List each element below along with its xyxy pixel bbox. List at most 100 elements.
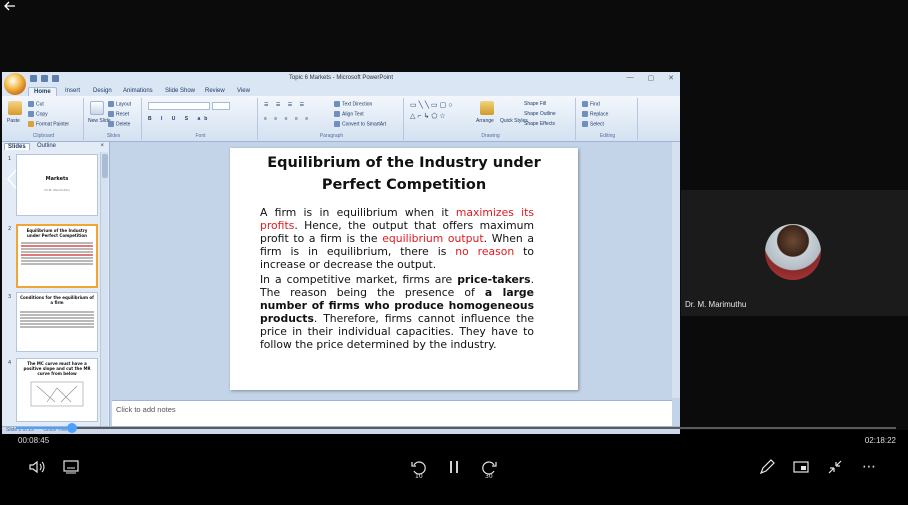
mc-mr-diagram-icon	[30, 381, 84, 407]
video-frame: Topic 6 Markets - Microsoft PowerPoint —…	[0, 0, 908, 434]
shape-fill-label: Shape Fill	[524, 101, 547, 107]
current-time: 00:08:45	[18, 436, 50, 445]
notes-pane[interactable]: Click to add notes	[112, 400, 672, 426]
tab-outline: Outline	[37, 143, 57, 149]
align-icons: ≡ ≡ ≡ ≡ ≡	[264, 116, 312, 122]
shape-outline-item: Shape Outline	[524, 111, 556, 117]
slides-group: New Slide Layout Reset Delete Slides	[86, 98, 142, 140]
font-family-box	[148, 102, 210, 110]
window-titlebar: Topic 6 Markets - Microsoft PowerPoint —…	[2, 72, 680, 95]
slide-thumbnail-2: 2 Equilibrium of the Industry under Perf…	[6, 224, 98, 288]
scroll-thumb[interactable]	[102, 154, 108, 178]
shapes-gallery-icon: ▭╲╲▭▢○	[410, 102, 455, 109]
brush-icon	[28, 121, 34, 127]
skip-back-button[interactable]: 10	[408, 456, 430, 480]
find-label: Find	[590, 101, 600, 108]
paragraph-equilibrium: A firm is in equilibrium when it maximiz…	[260, 206, 535, 271]
current-slide: Equilibrium of the Industry under Perfec…	[230, 148, 578, 390]
slide-body: A firm is in equilibrium when it maximiz…	[260, 206, 534, 353]
delete-label: Delete	[116, 121, 131, 128]
thumbnail-subtitle: Dr.M. Marimuthu	[44, 188, 70, 192]
annotate-button[interactable]	[756, 456, 778, 478]
close-panel-icon: ×	[100, 143, 104, 149]
skip-forward-button[interactable]: 30	[478, 456, 500, 480]
minimize-icon: —	[626, 74, 634, 81]
office-button-icon	[4, 73, 26, 95]
skip-back-seconds: 10	[415, 473, 423, 480]
paragraph-group: ☰ ☰ ☰ ☰ ≡ ≡ ≡ ≡ ≡ Text Direction Align T…	[260, 98, 404, 140]
delete-item: Delete	[108, 121, 130, 127]
shape-effects-label: Shape Effects	[524, 121, 556, 127]
slide-title-line-2: Perfect Competition	[321, 177, 487, 193]
binoculars-icon	[582, 101, 588, 107]
progress-fill	[16, 427, 72, 429]
total-time: 02:18:22	[864, 436, 896, 445]
volume-icon	[29, 460, 45, 474]
progress-bar[interactable]	[16, 423, 896, 433]
reset-item: Reset	[108, 111, 129, 117]
paste-icon	[8, 101, 22, 115]
ribbon: Paste Cut Copy Format Painter Clipboard …	[2, 96, 680, 142]
clipboard-group: Paste Cut Copy Format Painter Clipboard	[4, 98, 84, 140]
progress-handle[interactable]	[66, 423, 77, 433]
align-text-icon	[334, 111, 340, 117]
select-label: Select	[590, 121, 604, 128]
tab-view: View	[237, 88, 250, 94]
window-controls: — ▢ ✕	[627, 74, 675, 82]
editing-group: Find Replace Select Editing	[578, 98, 638, 140]
editor-scrollbar[interactable]	[672, 142, 680, 398]
font-group-label: Font	[195, 133, 206, 139]
avatar	[765, 224, 821, 280]
slides-panel: Slides Outline × 1 Markets Dr.M. Marimut…	[2, 142, 110, 426]
layout-item: Layout	[108, 101, 131, 107]
reset-icon	[108, 111, 114, 117]
format-painter-label: Format Painter	[36, 121, 70, 128]
back-button[interactable]	[4, 0, 34, 18]
thumbnail-title: Equilibrium of the Industry under Perfec…	[26, 228, 88, 238]
align-text-item: Align Text	[334, 111, 364, 117]
reset-label: Reset	[116, 111, 130, 118]
slide-thumbnail-4: 4 The MC curve must have a positive slop…	[6, 358, 98, 422]
find-item: Find	[582, 101, 600, 107]
slide-thumbnail-3: 3 Conditions for the equilibrium of a fi…	[6, 292, 98, 352]
previous-slide-button[interactable]	[6, 168, 18, 193]
workspace: Slides Outline × 1 Markets Dr.M. Marimut…	[2, 142, 680, 434]
cursor-icon	[582, 121, 588, 127]
more-options-button[interactable]: ⋯	[858, 456, 880, 478]
replace-item: Replace	[582, 111, 608, 117]
arrange-icon	[480, 101, 494, 115]
slide-thumbnail-1: 1 Markets Dr.M. Marimuthu	[6, 154, 98, 216]
thumbnail-scrollbar[interactable]	[100, 152, 108, 426]
drawing-group-label: Drawing	[481, 133, 500, 139]
picture-in-picture-button[interactable]	[790, 456, 812, 478]
slide-title-line-1: Equilibrium of the Industry under	[267, 155, 541, 171]
thumbnail-title: Conditions for the equilibrium of a firm	[20, 295, 94, 305]
editing-group-label: Editing	[599, 133, 616, 139]
layout-icon	[108, 101, 114, 107]
tab-home: Home	[28, 87, 57, 96]
restore-icon: ▢	[647, 75, 655, 82]
clipboard-group-label: Clipboard	[32, 133, 55, 139]
thumbnail-number: 3	[8, 294, 12, 300]
thumbnail-title: Markets	[45, 176, 69, 182]
exit-fullscreen-button[interactable]	[824, 456, 846, 478]
thumbnail-preview: The MC curve must have a positive slope …	[16, 358, 98, 422]
shape-effects-item: Shape Effects	[524, 121, 555, 127]
copy-label: Copy	[36, 111, 48, 118]
captions-button[interactable]	[60, 456, 82, 478]
new-slide-icon	[90, 101, 104, 115]
video-player: Topic 6 Markets - Microsoft PowerPoint —…	[0, 0, 908, 505]
volume-button[interactable]	[26, 456, 48, 478]
copy-item: Copy	[28, 111, 48, 117]
select-item: Select	[582, 121, 604, 127]
presenter-name: Dr. M. Marimuthu	[685, 300, 747, 309]
format-painter-item: Format Painter	[28, 121, 69, 127]
text-direction-label: Text Direction	[342, 101, 373, 108]
pause-button[interactable]	[443, 456, 465, 478]
delete-icon	[108, 121, 114, 127]
font-size-box	[212, 102, 230, 110]
cut-label: Cut	[36, 101, 44, 108]
cut-item: Cut	[28, 101, 44, 107]
convert-smartart-label: Convert to SmartArt	[342, 121, 387, 128]
thumbnail-preview: Markets Dr.M. Marimuthu	[16, 154, 98, 216]
